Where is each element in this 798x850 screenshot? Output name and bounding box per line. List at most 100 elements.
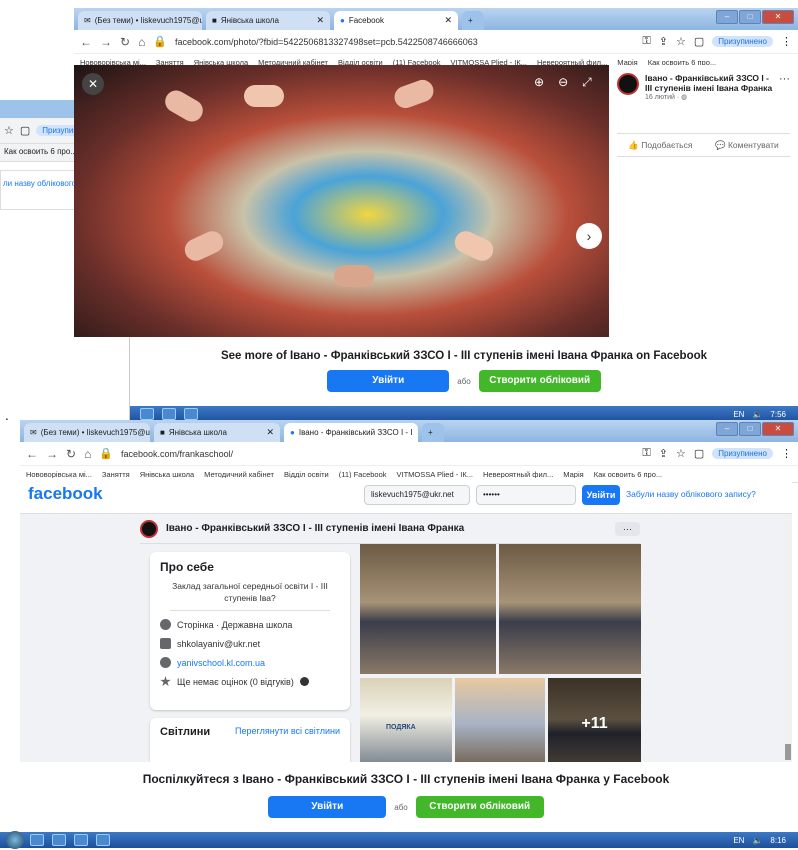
- maximize-button[interactable]: □: [739, 10, 761, 24]
- email-field[interactable]: liskevuch1975@ukr.net: [364, 485, 470, 505]
- url-field[interactable]: facebook.com/photo/?fbid=542250681332749…: [175, 37, 634, 47]
- globe-icon: ◍: [681, 94, 688, 101]
- banner-actions: Увійти або Створити обліковий зап...: [20, 796, 792, 834]
- header-login-button[interactable]: Увійти: [582, 485, 620, 505]
- gallery-photo[interactable]: [499, 544, 641, 674]
- new-tab-button[interactable]: +: [462, 11, 484, 30]
- post-photo[interactable]: ✕ ⊕ ⊖ ⤢ ›: [74, 65, 609, 337]
- more-photos-count: +11: [548, 678, 641, 770]
- key-icon[interactable]: ⚿: [642, 447, 650, 460]
- see-all-photos-link[interactable]: Переглянути всі світлини: [235, 726, 340, 760]
- maximize-button[interactable]: □: [739, 422, 761, 436]
- close-window-button[interactable]: ✕: [762, 422, 794, 436]
- next-photo-button[interactable]: ›: [576, 223, 602, 249]
- chrome-icon[interactable]: [74, 834, 88, 846]
- scrollbar[interactable]: [784, 514, 792, 770]
- banner-text: See more of Івано - Франківський ЗЗСО І …: [220, 350, 708, 362]
- tab-mail[interactable]: ✉(Без теми) • liskevuch1975@uk✕: [24, 423, 150, 442]
- create-account-button[interactable]: Створити обліковий зап...: [415, 796, 544, 834]
- more-button[interactable]: ···: [615, 521, 640, 536]
- profile-button[interactable]: Призупинено: [712, 448, 773, 459]
- chrome-icon[interactable]: [162, 408, 176, 420]
- close-icon[interactable]: ✕: [266, 427, 274, 438]
- photo-hand: [451, 227, 497, 265]
- window-icon[interactable]: ▢: [694, 35, 704, 48]
- forward-arrow-icon[interactable]: →: [46, 447, 58, 461]
- login-banner-bottom: Поспілкуйтеся з Івано - Франківський ЗЗС…: [20, 762, 792, 834]
- minimize-button[interactable]: –: [716, 10, 738, 24]
- banner-actions: Увійти або Створити обліковий зап...: [130, 370, 798, 408]
- home-icon[interactable]: ⌂: [84, 447, 91, 461]
- share-icon[interactable]: ⇪: [659, 35, 668, 48]
- folder-icon[interactable]: [52, 834, 66, 846]
- menu-icon[interactable]: ⋮: [781, 35, 792, 48]
- window-icon[interactable]: ▢: [20, 124, 30, 137]
- window-icon[interactable]: ▢: [694, 447, 704, 460]
- lock-icon: 🔒: [153, 36, 168, 48]
- page-title[interactable]: Івано - Франківський ЗЗСО І - ІІІ ступен…: [166, 523, 464, 534]
- back-arrow-icon[interactable]: ←: [26, 447, 38, 461]
- zoom-out-icon[interactable]: ⊖: [558, 75, 568, 90]
- volume-icon[interactable]: 🔈: [752, 836, 762, 845]
- login-button[interactable]: Увійти: [268, 796, 387, 818]
- gallery-photo[interactable]: ПОДЯКА: [360, 678, 452, 770]
- window-controls: – □ ✕: [716, 10, 794, 24]
- info-icon[interactable]: [299, 677, 309, 686]
- menu-icon[interactable]: ⋮: [781, 447, 792, 460]
- password-field[interactable]: ••••••: [476, 485, 576, 505]
- like-button[interactable]: 👍 Подобається: [628, 140, 692, 151]
- fullscreen-icon[interactable]: ⤢: [582, 75, 592, 90]
- media-icon[interactable]: [96, 834, 110, 846]
- star-icon[interactable]: ☆: [4, 124, 14, 137]
- avatar[interactable]: [617, 73, 639, 95]
- close-icon[interactable]: ✕: [417, 427, 419, 438]
- comment-button[interactable]: 💬 Коментувати: [715, 140, 779, 151]
- gallery-photo[interactable]: [360, 544, 496, 674]
- new-tab-button[interactable]: +: [422, 423, 444, 442]
- forgot-account-link[interactable]: Забули назву облікового запису?: [626, 489, 756, 499]
- reload-icon[interactable]: ↻: [120, 35, 130, 49]
- create-account-button[interactable]: Створити обліковий зап...: [478, 370, 601, 408]
- explorer-icon[interactable]: [30, 834, 44, 846]
- more-options-icon[interactable]: ···: [779, 73, 790, 101]
- gallery-photo[interactable]: [455, 678, 545, 770]
- photo-hand: [244, 85, 284, 107]
- scrollbar-thumb[interactable]: [785, 744, 791, 760]
- close-photo-button[interactable]: ✕: [82, 73, 104, 95]
- star-icon[interactable]: ☆: [676, 447, 686, 460]
- volume-icon[interactable]: 🔈: [752, 410, 762, 419]
- explorer-icon[interactable]: [140, 408, 154, 420]
- reload-icon[interactable]: ↻: [66, 447, 76, 461]
- close-window-button[interactable]: ✕: [762, 10, 794, 24]
- zoom-in-icon[interactable]: ⊕: [534, 75, 544, 90]
- tab-facebook[interactable]: ● Facebook ✕: [334, 11, 458, 30]
- tab-school[interactable]: ■ Янівська школа ✕: [206, 11, 330, 30]
- login-button[interactable]: Увійти: [327, 370, 450, 392]
- star-icon[interactable]: ☆: [676, 35, 686, 48]
- share-icon[interactable]: ⇪: [659, 447, 668, 460]
- avatar[interactable]: [140, 519, 158, 538]
- back-arrow-icon[interactable]: ←: [80, 35, 92, 49]
- clock[interactable]: 7:56: [770, 410, 786, 419]
- start-button[interactable]: [6, 831, 24, 849]
- home-icon[interactable]: ⌂: [138, 35, 145, 49]
- tab-facebook-page[interactable]: ●Івано - Франківський ЗЗСО І - І✕: [284, 423, 418, 442]
- tab-mail[interactable]: ✉(Без теми) • liskevuch1975@ukr✕: [78, 11, 202, 30]
- close-icon[interactable]: ✕: [316, 15, 324, 26]
- profile-button[interactable]: Призупинено: [712, 36, 773, 47]
- post-author[interactable]: Івано - Франківський ЗЗСО І - ІІІ ступен…: [645, 73, 773, 93]
- media-icon[interactable]: [184, 408, 198, 420]
- top-titlebar: ✉(Без теми) • liskevuch1975@ukr✕ ■Янівсь…: [74, 8, 798, 30]
- gallery-photo-more[interactable]: +11: [548, 678, 641, 770]
- clock[interactable]: 8:16: [770, 836, 786, 845]
- url-field[interactable]: facebook.com/frankaschool/: [121, 449, 634, 459]
- photo-hand: [334, 265, 374, 287]
- close-icon[interactable]: ✕: [444, 15, 452, 26]
- tab-school[interactable]: ■ Янівська школа ✕: [154, 423, 280, 442]
- key-icon[interactable]: ⚿: [642, 35, 650, 48]
- website-link[interactable]: yanivschool.kl.com.ua: [177, 658, 265, 668]
- fb-logo[interactable]: facebook: [28, 484, 103, 504]
- forward-arrow-icon[interactable]: →: [100, 35, 112, 49]
- post-date: 16 лютий · ◍: [645, 94, 688, 101]
- minimize-button[interactable]: –: [716, 422, 738, 436]
